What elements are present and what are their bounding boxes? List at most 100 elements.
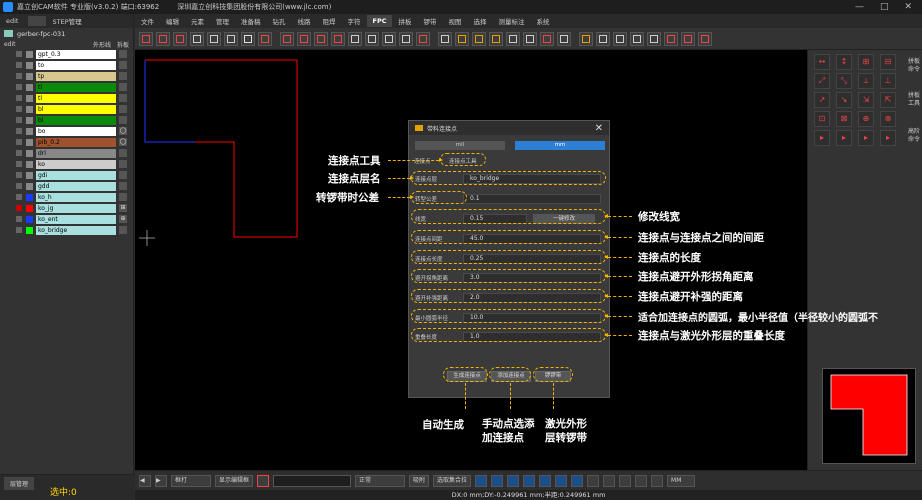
cut-toggle[interactable]: 拆板 [117, 40, 129, 49]
panel-tool-icon[interactable]: ⊟ [880, 54, 896, 70]
panel-tool-icon[interactable]: ▸ [836, 130, 852, 146]
layer-row[interactable]: ko_jg ⊞ [0, 203, 133, 213]
layer-row[interactable]: bo ◯ [0, 126, 133, 136]
layer-action-icon[interactable] [119, 160, 127, 168]
menu-item[interactable]: 选择 [467, 16, 492, 26]
command-input[interactable] [273, 474, 352, 487]
panel-tool-icon[interactable]: ↘ [836, 92, 852, 108]
layer-manager-button[interactable]: 层管理 [4, 477, 35, 490]
panel-tool-icon[interactable]: ⊕ [858, 111, 874, 127]
toolbar-tool-icon[interactable] [224, 31, 238, 46]
toolbar-tool-icon[interactable] [613, 31, 627, 46]
toolbar-tool-icon[interactable] [438, 31, 452, 46]
toolbar-tool-icon[interactable] [472, 31, 486, 46]
side-label-advanced[interactable]: 高阶命令 [908, 128, 920, 144]
toolbar-tool-icon[interactable] [416, 31, 430, 46]
snap-toggle[interactable]: 吸附 [409, 474, 430, 487]
toolbar-tool-icon[interactable] [540, 31, 554, 46]
layer-color-swatch[interactable] [26, 83, 33, 91]
layer-action-icon[interactable]: ⊞ [119, 204, 127, 212]
layer-action-icon[interactable] [119, 171, 127, 179]
layer-color-swatch[interactable] [26, 182, 33, 190]
layer-action-icon[interactable]: ◯ [119, 127, 127, 135]
layer-visibility-checkbox[interactable] [16, 161, 22, 167]
menu-item[interactable]: 阻焊 [317, 16, 342, 26]
layer-color-swatch[interactable] [26, 72, 33, 80]
layer-view-icon[interactable] [651, 474, 664, 487]
layer-row[interactable]: gdi [0, 170, 133, 180]
panel-tool-icon[interactable]: ⊡ [814, 111, 830, 127]
layer-color-swatch[interactable] [26, 160, 33, 168]
toolbar-tool-icon[interactable] [664, 31, 678, 46]
toolbar-tool-icon[interactable] [331, 31, 345, 46]
circle-tool-icon[interactable] [523, 474, 536, 487]
toolbar-tool-icon[interactable] [523, 31, 537, 46]
panel-tool-icon[interactable]: ⤡ [836, 73, 852, 89]
select-all-button[interactable]: 选取集合拉 [433, 474, 472, 487]
menu-item[interactable]: 视图 [442, 16, 467, 26]
panel-tool-icon[interactable]: ⊠ [836, 111, 852, 127]
layer-color-swatch[interactable] [26, 204, 33, 212]
outline-toggle[interactable]: 外形线 [93, 40, 111, 49]
toolbar-tool-icon[interactable] [241, 31, 255, 46]
layer-row[interactable]: to [0, 60, 133, 70]
toolbar-tool-icon[interactable] [557, 31, 571, 46]
layer-visibility-checkbox[interactable] [16, 172, 22, 178]
layer-color-swatch[interactable] [26, 94, 33, 102]
toolbar-tool-icon[interactable] [348, 31, 362, 46]
layer-visibility-checkbox[interactable] [16, 117, 22, 123]
show-editor-button[interactable]: 显示编辑框 [215, 474, 254, 487]
layer-color-swatch[interactable] [26, 50, 33, 58]
dialog-close-button[interactable]: ✕ [595, 123, 603, 134]
layer-visibility-checkbox[interactable] [16, 84, 22, 90]
layer-row[interactable]: tp [0, 71, 133, 81]
layer-action-icon[interactable] [119, 226, 127, 234]
param-input[interactable]: 0.1 [463, 193, 601, 204]
layer-visibility-checkbox[interactable] [16, 183, 22, 189]
layer-visibility-checkbox[interactable] [16, 128, 22, 134]
toolbar-tool-icon[interactable] [647, 31, 661, 46]
toolbar-tool-icon[interactable] [190, 31, 204, 46]
maximize-button[interactable]: □ [880, 2, 889, 12]
panel-tool-icon[interactable]: ↕ [836, 54, 852, 70]
toolbar-tool-icon[interactable] [630, 31, 644, 46]
menu-item[interactable]: 文件 [135, 16, 160, 26]
rect-tool-icon[interactable] [507, 474, 520, 487]
panel-tool-icon[interactable]: ⊥ [880, 73, 896, 89]
toolbar-tool-icon[interactable] [297, 31, 311, 46]
toolbar-tool-icon[interactable] [506, 31, 520, 46]
ruler-icon[interactable] [603, 474, 616, 487]
toolbar-tool-icon[interactable] [455, 31, 469, 46]
toolbar-tool-icon[interactable] [280, 31, 294, 46]
layer-visibility-checkbox[interactable] [16, 73, 22, 79]
unit-mil-button[interactable]: mil [415, 141, 505, 150]
menu-item[interactable]: FPC [366, 15, 393, 27]
menu-item[interactable]: 管理 [210, 16, 235, 26]
close-button[interactable]: ✕ [904, 2, 912, 12]
layer-color-swatch[interactable] [26, 193, 33, 201]
panel-tool-icon[interactable]: ↗ [814, 92, 830, 108]
layer-action-icon[interactable]: ◯ [119, 138, 127, 146]
layer-row[interactable]: pib_0.2 ◯ [0, 137, 133, 147]
layer-row[interactable]: ko_h [0, 192, 133, 202]
side-label-panel-tool[interactable]: 拼板工具 [908, 92, 920, 108]
layer-visibility-checkbox[interactable] [16, 62, 22, 68]
layer-visibility-checkbox[interactable] [16, 95, 22, 101]
project-row[interactable]: gerber-fpc-031 [0, 28, 133, 39]
toolbar-tool-icon[interactable] [156, 31, 170, 46]
layer-row[interactable]: gdd [0, 181, 133, 191]
layer-action-icon[interactable] [119, 193, 127, 201]
layer-action-icon[interactable] [119, 50, 127, 58]
menu-item[interactable]: 锣带 [417, 16, 442, 26]
prev-icon[interactable]: ◀ [139, 474, 151, 487]
panel-tool-icon[interactable]: ↔ [814, 54, 830, 70]
layer-visibility-checkbox[interactable] [16, 194, 22, 200]
side-label-panel-cmd[interactable]: 拼板命令 [908, 58, 920, 74]
toolbar-tool-icon[interactable] [698, 31, 712, 46]
layer-visibility-checkbox[interactable] [16, 205, 22, 211]
next-icon[interactable]: ▶ [155, 474, 167, 487]
layer-visibility-checkbox[interactable] [16, 139, 22, 145]
panel-tool-icon[interactable]: ⤢ [814, 73, 830, 89]
minimize-button[interactable]: — [855, 2, 864, 12]
filter-icon[interactable] [555, 474, 568, 487]
